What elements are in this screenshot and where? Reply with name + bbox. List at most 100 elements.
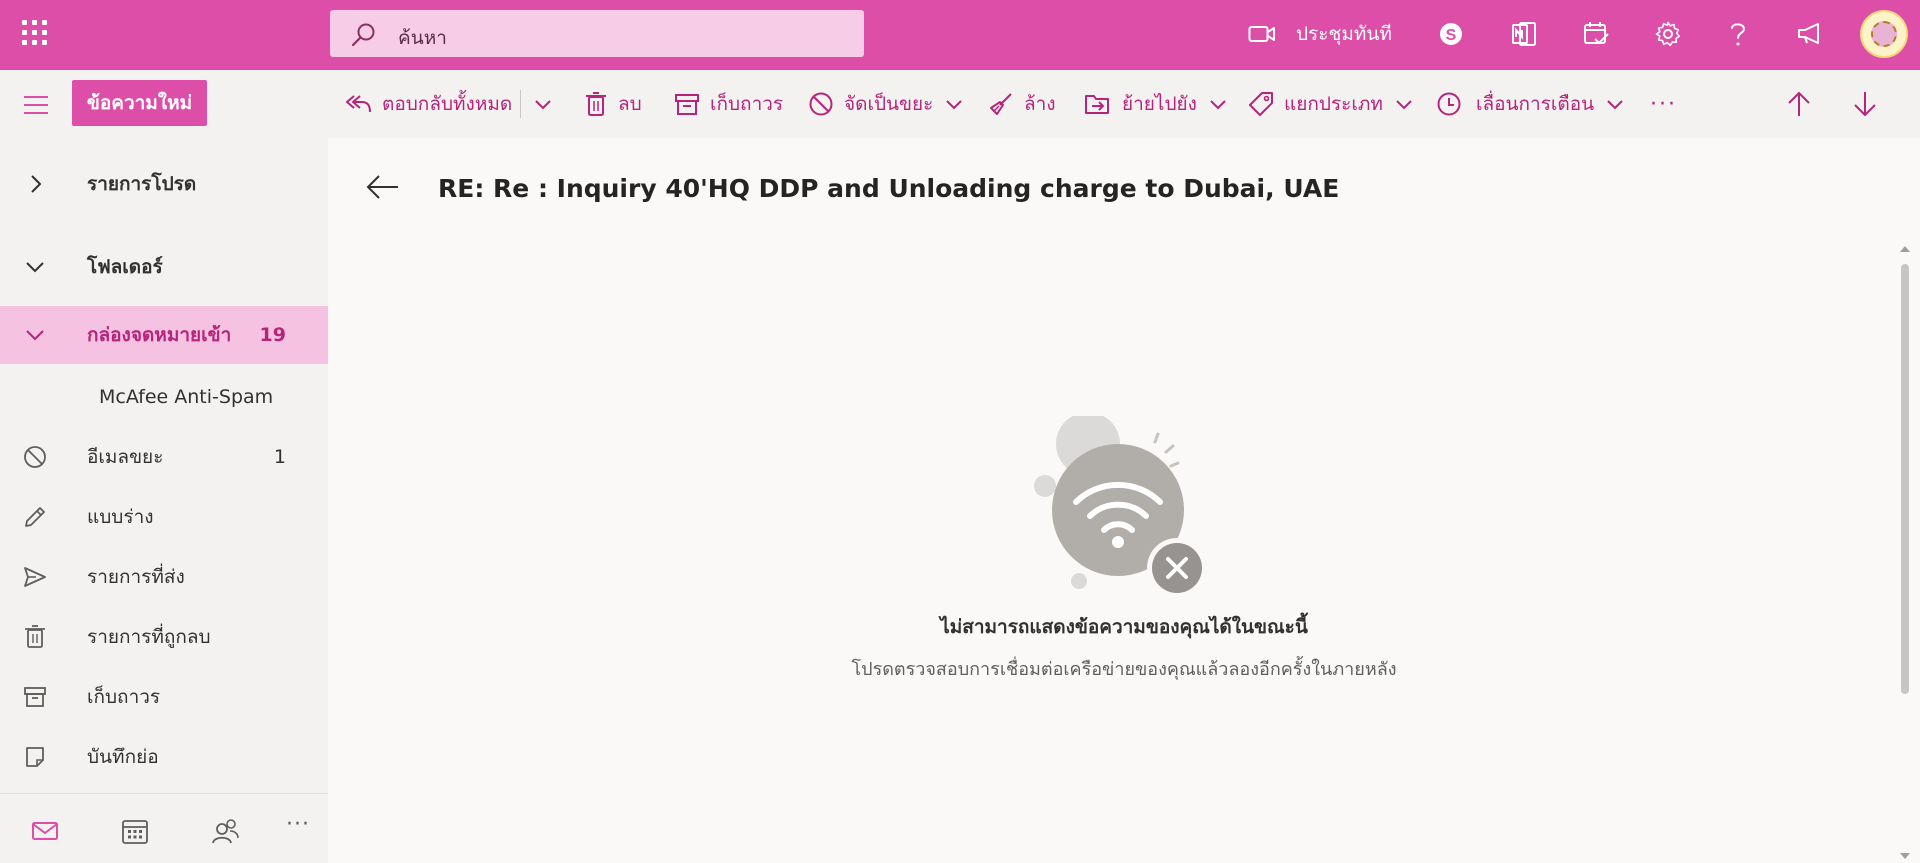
scroll-up-arrow-icon[interactable] — [1900, 246, 1910, 252]
sidebar-item-label: รายการที่ถูกลบ — [87, 626, 211, 648]
sidebar-item-notes[interactable]: บันทึกย่อ — [0, 728, 328, 786]
folder-pane: รายการโปรด โฟลเดอร์ กล่องจดหมายเข้า 19 M… — [0, 138, 328, 863]
help-button[interactable] — [1726, 16, 1750, 52]
people-icon[interactable] — [210, 816, 240, 846]
move-to-button[interactable]: ย้ายไปยัง — [1084, 86, 1227, 122]
chevron-down-icon — [535, 100, 551, 110]
help-icon — [1731, 23, 1746, 46]
junk-label: จัดเป็นขยะ — [844, 93, 934, 115]
tag-icon — [1249, 92, 1273, 116]
more-actions-button[interactable]: ··· — [1650, 86, 1677, 122]
new-message-button[interactable]: ข้อความใหม่ — [72, 80, 207, 126]
error-title: ไม่สามารถแสดงข้อความของคุณได้ในขณะนี้ — [940, 616, 1308, 638]
folders-header[interactable]: โฟลเดอร์ — [0, 238, 328, 296]
unread-count: 1 — [273, 446, 286, 468]
reply-options-dropdown[interactable] — [534, 86, 552, 122]
todo-button[interactable] — [1582, 16, 1610, 52]
top-bar: ค้นหา ประชุมทันที S — [0, 0, 1920, 70]
arrow-up-icon — [1788, 91, 1810, 116]
more-icon: ··· — [1650, 91, 1677, 117]
onenote-icon — [1512, 22, 1536, 46]
reply-all-label: ตอบกลับทั้งหมด — [382, 93, 513, 115]
mail-icon[interactable] — [30, 816, 60, 846]
sidebar-item-label: เก็บถาวร — [87, 686, 161, 708]
archive-icon — [675, 94, 699, 115]
sidebar-item-label: กล่องจดหมายเข้า — [87, 324, 232, 346]
sidebar-item-label: McAfee Anti-Spam — [99, 386, 274, 408]
message-subject: RE: Re : Inquiry 40'HQ DDP and Unloading… — [438, 174, 1340, 203]
junk-button[interactable]: จัดเป็นขยะ — [808, 86, 963, 122]
hamburger-menu-icon[interactable] — [24, 96, 48, 114]
archive-label: เก็บถาวร — [710, 93, 784, 115]
sidebar-item-label: แบบร่าง — [87, 506, 154, 528]
sidebar-item-inbox[interactable]: กล่องจดหมายเข้า 19 — [0, 306, 328, 364]
move-to-label: ย้ายไปยัง — [1122, 93, 1197, 115]
snooze-button[interactable]: เลื่อนการเตือน — [1436, 86, 1624, 122]
sidebar-item-archive[interactable]: เก็บถาวร — [0, 668, 328, 726]
vertical-scrollbar[interactable] — [1894, 242, 1916, 863]
back-arrow-icon[interactable] — [364, 172, 400, 202]
feedback-button[interactable] — [1796, 16, 1826, 52]
calendar-icon[interactable] — [120, 816, 150, 846]
scroll-down-arrow-icon[interactable] — [1900, 853, 1910, 859]
sweep-label: ล้าง — [1024, 93, 1056, 115]
sidebar-item-mcafee-anti-spam[interactable]: McAfee Anti-Spam — [0, 368, 328, 426]
move-folder-icon — [1085, 95, 1109, 114]
skype-button[interactable]: S — [1438, 16, 1464, 52]
note-icon — [26, 747, 44, 767]
trash-icon — [25, 625, 45, 648]
favorites-header[interactable]: รายการโปรด — [0, 155, 328, 213]
error-message: โปรดตรวจสอบการเชื่อมต่อเครือข่ายของคุณแล… — [851, 659, 1397, 680]
block-icon — [24, 446, 46, 468]
megaphone-icon — [1798, 23, 1819, 44]
delete-label: ลบ — [618, 93, 642, 115]
waffle-icon[interactable] — [20, 18, 50, 48]
scrollbar-thumb[interactable] — [1901, 264, 1909, 694]
sidebar-item-sent-items[interactable]: รายการที่ส่ง — [0, 548, 328, 606]
trash-icon — [586, 92, 606, 116]
meet-now-label: ประชุมทันที — [1296, 23, 1392, 45]
delete-button[interactable]: ลบ — [584, 86, 642, 122]
reading-pane: RE: Re : Inquiry 40'HQ DDP and Unloading… — [328, 138, 1920, 863]
calendar-check-icon — [1584, 22, 1609, 45]
sidebar-item-label: รายการที่ส่ง — [87, 566, 185, 588]
onenote-button[interactable] — [1510, 16, 1538, 52]
favorites-label: รายการโปรด — [87, 173, 197, 195]
chevron-right-icon — [31, 175, 42, 193]
arrow-down-icon — [1854, 92, 1876, 117]
reply-all-button[interactable]: ตอบกลับทั้งหมด — [344, 86, 512, 122]
settings-button[interactable] — [1654, 16, 1682, 52]
sidebar-item-drafts[interactable]: แบบร่าง — [0, 488, 328, 546]
next-message-button[interactable] — [1852, 86, 1878, 122]
search-icon — [351, 23, 375, 47]
snooze-label: เลื่อนการเตือน — [1476, 93, 1595, 115]
avatar-image — [1871, 21, 1897, 47]
sidebar-item-junk-email[interactable]: อีเมลขยะ 1 — [0, 428, 328, 486]
previous-message-button[interactable] — [1786, 86, 1812, 122]
toolbar-separator — [520, 90, 521, 118]
broom-icon — [990, 93, 1012, 115]
search-box[interactable]: ค้นหา — [330, 10, 864, 57]
categorize-label: แยกประเภท — [1284, 93, 1383, 115]
command-bar: ข้อความใหม่ ตอบกลับทั้งหมด ลบ เก็บถาวร จ… — [0, 70, 1920, 138]
reply-all-icon — [346, 95, 371, 113]
categorize-button[interactable]: แยกประเภท — [1248, 86, 1413, 122]
more-apps-icon[interactable]: ··· — [286, 812, 316, 842]
chevron-down-icon — [1210, 100, 1226, 110]
avatar[interactable] — [1860, 10, 1908, 58]
search-placeholder: ค้นหา — [398, 27, 447, 49]
sidebar-item-deleted-items[interactable]: รายการที่ถูกลบ — [0, 608, 328, 666]
folders-label: โฟลเดอร์ — [87, 256, 163, 278]
unread-count: 19 — [259, 324, 286, 346]
skype-icon: S — [1440, 23, 1462, 45]
chevron-down-icon — [1396, 100, 1412, 110]
send-icon — [24, 567, 46, 587]
block-icon — [809, 92, 833, 116]
gear-icon — [1655, 21, 1681, 47]
meet-now-button[interactable]: ประชุมทันที — [1248, 16, 1392, 52]
sweep-button[interactable]: ล้าง — [988, 86, 1056, 122]
chevron-down-icon — [26, 330, 44, 341]
chevron-down-icon — [946, 100, 963, 110]
archive-button[interactable]: เก็บถาวร — [674, 86, 783, 122]
video-camera-icon — [1248, 26, 1275, 42]
